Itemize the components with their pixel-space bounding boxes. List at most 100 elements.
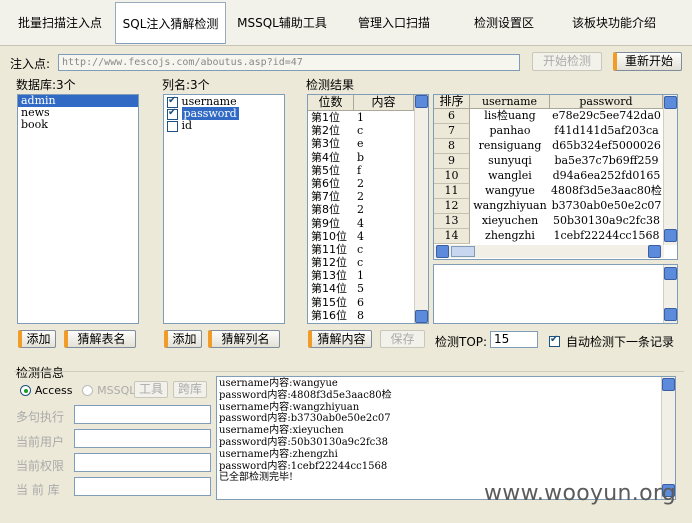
list-item[interactable]: username: [164, 95, 284, 108]
position-row[interactable]: 第5位 f: [308, 164, 428, 177]
inject-label: 注入点:: [10, 57, 51, 71]
guess-columns-button[interactable]: 猜解列名: [208, 330, 280, 348]
scroll-down-icon[interactable]: [415, 310, 428, 323]
position-row[interactable]: 第16位 8: [308, 309, 428, 322]
position-row[interactable]: 第3位 e: [308, 137, 428, 150]
rank-cell: 8: [434, 139, 470, 154]
tab-mssql-tools[interactable]: MSSQL辅助工具: [228, 4, 336, 42]
rank-cell: 9: [434, 154, 470, 169]
list-item[interactable]: book: [18, 119, 138, 131]
position-row[interactable]: 第15位 6: [308, 296, 428, 309]
position-row[interactable]: 第12位 c: [308, 256, 428, 269]
guess-content-button[interactable]: 猜解内容: [308, 330, 372, 348]
checkbox[interactable]: [167, 120, 178, 132]
tab-bar: 批量扫描注入点 SQL注入猜解检测 MSSQL辅助工具 管理入口扫描 检测设置区…: [0, 0, 692, 46]
tab-help[interactable]: 该板块功能介绍: [560, 4, 668, 42]
username-cell: xieyuchen: [481, 214, 539, 227]
records-rows: 6 lis检uang e78e29c5ee742da0 7 panhao f41d141d…: [434, 109, 677, 244]
position-row[interactable]: 第1位 1: [308, 111, 428, 124]
table-row[interactable]: 10 wanglei d94a6ea252fd0165: [434, 169, 677, 184]
position-scrollbar[interactable]: [414, 95, 428, 323]
rank-cell: 13: [434, 214, 470, 229]
position-row[interactable]: 第13位 1: [308, 269, 428, 282]
position-row[interactable]: 第11位 c: [308, 243, 428, 256]
position-row[interactable]: 第2位 c: [308, 124, 428, 137]
divider: [14, 371, 684, 372]
top-input[interactable]: 15: [490, 331, 538, 348]
log-line: username内容:wangzhiyuan: [219, 401, 360, 413]
position-row[interactable]: 第6位 2: [308, 177, 428, 190]
current-privilege-field[interactable]: [74, 453, 211, 472]
position-cell: 第3位: [311, 137, 340, 151]
auto-next-label: 自动检测下一条记录: [566, 335, 675, 349]
current-db-field[interactable]: [74, 477, 211, 496]
scroll-up-icon[interactable]: [664, 96, 677, 109]
table-row[interactable]: 13 xieyuchen 50b30130a9c2fc38: [434, 214, 677, 229]
position-row[interactable]: 第10位 4: [308, 230, 428, 243]
result-detail-box[interactable]: [433, 264, 678, 324]
tab-batch-scan[interactable]: 批量扫描注入点: [6, 4, 114, 42]
table-row[interactable]: 8 rensiguang d65b324ef5000026: [434, 139, 677, 154]
position-cell: 第11位: [311, 242, 347, 256]
cross-db-button[interactable]: 跨库: [173, 381, 207, 398]
add-column-button[interactable]: 添加: [164, 330, 202, 348]
scroll-thumb[interactable]: [451, 246, 475, 257]
username-cell: zhengzhi: [485, 229, 535, 242]
position-row[interactable]: 第9位 4: [308, 217, 428, 230]
position-cell: 第14位: [311, 282, 347, 296]
auto-next-checkbox[interactable]: [549, 334, 560, 347]
access-radio[interactable]: [20, 385, 31, 396]
column-list[interactable]: username password id: [163, 94, 285, 324]
scroll-right-icon[interactable]: [648, 245, 661, 258]
checkbox[interactable]: [167, 107, 178, 120]
guess-tables-button[interactable]: 猜解表名: [64, 330, 136, 348]
current-user-field[interactable]: [74, 429, 211, 448]
table-row[interactable]: 14 zhengzhi 1cebf22244cc1568: [434, 229, 677, 244]
scroll-down-icon[interactable]: [664, 229, 677, 242]
table-row[interactable]: 9 sunyuqi ba5e37c7b69ff259: [434, 154, 677, 169]
table-row[interactable]: 12 wangzhiyuan b3730ab0e50e2c07: [434, 199, 677, 214]
records-hscroll[interactable]: [434, 245, 664, 258]
add-database-button[interactable]: 添加: [18, 330, 56, 348]
position-row[interactable]: 第8位 2: [308, 203, 428, 216]
position-cell: 第16位: [311, 308, 347, 322]
tool-button[interactable]: 工具: [134, 381, 168, 398]
log-line: username内容:wangyue: [219, 378, 338, 389]
position-cell: 第12位: [311, 256, 347, 270]
table-row[interactable]: 7 panhao f41d141d5af203ca: [434, 124, 677, 139]
list-item[interactable]: id: [164, 119, 284, 132]
scroll-down-icon[interactable]: [664, 308, 677, 321]
content-cell: 2: [357, 203, 364, 217]
database-count-label: 数据库:3个: [16, 78, 76, 92]
multi-exec-field[interactable]: [74, 405, 211, 424]
position-row[interactable]: 第7位 2: [308, 190, 428, 203]
password-cell: 50b30130a9c2fc38: [553, 214, 660, 227]
database-list[interactable]: admin news book: [17, 94, 139, 324]
restart-button[interactable]: 重新开始: [613, 52, 682, 71]
table-row[interactable]: 6 lis检uang e78e29c5ee742da0: [434, 109, 677, 124]
save-button[interactable]: 保存: [380, 330, 425, 348]
scroll-up-icon[interactable]: [662, 378, 675, 391]
mssql-radio[interactable]: [82, 385, 94, 396]
scroll-up-icon[interactable]: [664, 267, 677, 280]
position-rows: 第1位 1 第2位 c 第3位 e 第4位 b 第5位 f 第6位 2 第7位 2 第8位 2 第9位 4 第10位…: [308, 111, 428, 322]
inject-url-input[interactable]: http://www.fescojs.com/aboutus.asp?id=47: [58, 54, 520, 71]
scroll-left-icon[interactable]: [436, 245, 449, 258]
position-row[interactable]: 第4位 b: [308, 151, 428, 164]
position-grid[interactable]: 位数 内容 第1位 1 第2位 c 第3位 e 第4位 b 第5位 f 第6位 2 第7位 2 第8位 2 第9…: [307, 94, 429, 324]
tab-sql-inject[interactable]: SQL注入猜解检测: [115, 2, 226, 44]
password-cell: 1cebf22244cc1568: [553, 229, 660, 242]
tab-admin-scan[interactable]: 管理入口扫描: [340, 4, 448, 42]
records-table[interactable]: 排序 username password 6 lis检uang e78e29c5ee…: [433, 94, 678, 260]
tab-settings[interactable]: 检测设置区: [450, 4, 558, 42]
detail-scrollbar[interactable]: [663, 265, 677, 323]
position-cell: 第4位: [311, 150, 340, 164]
table-row[interactable]: 11 wangyue 4808f3d5e3aac80检: [434, 184, 677, 199]
records-vscroll[interactable]: [663, 95, 677, 245]
position-cell: 第7位: [311, 190, 340, 204]
scroll-up-icon[interactable]: [415, 95, 428, 108]
start-button[interactable]: 开始检测: [532, 52, 602, 71]
list-item[interactable]: password: [164, 107, 284, 120]
position-row[interactable]: 第14位 5: [308, 282, 428, 295]
position-cell: 第15位: [311, 295, 347, 309]
